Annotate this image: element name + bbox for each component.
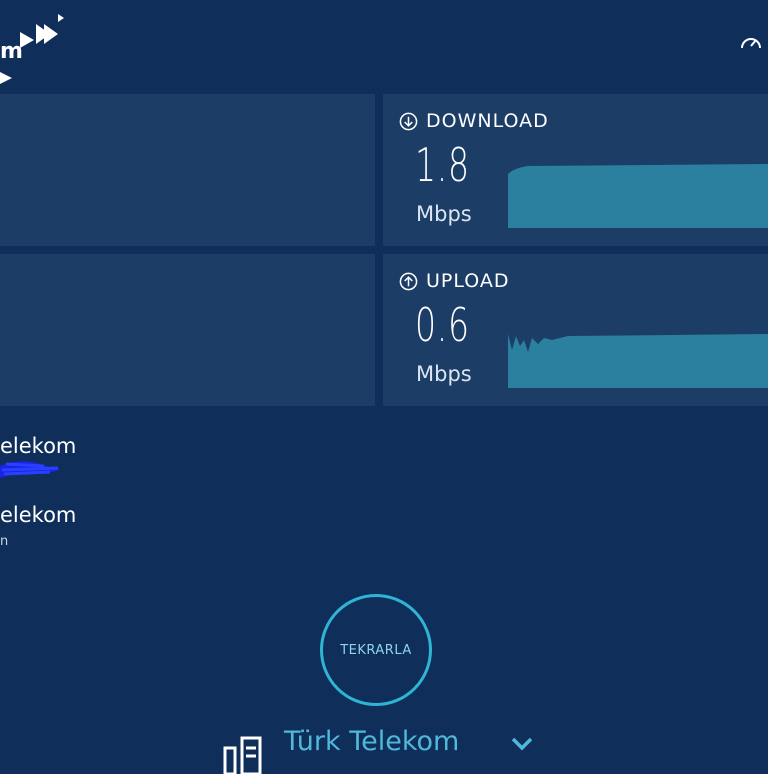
upload-graph <box>508 334 768 388</box>
upload-header: UPLOAD <box>399 270 510 292</box>
repeat-test-label: TEKRARLA <box>340 642 412 658</box>
left-panel-bottom <box>0 254 375 406</box>
server-icon <box>223 736 262 774</box>
upload-title: UPLOAD <box>426 270 510 292</box>
download-panel: DOWNLOAD 1.8 Mbps <box>383 94 768 246</box>
server-selector[interactable]: Türk Telekom <box>222 726 542 774</box>
upload-panel: UPLOAD 0.6 Mbps <box>383 254 768 406</box>
repeat-test-button[interactable]: TEKRARLA <box>320 594 432 706</box>
download-value: 1.8 <box>415 138 470 192</box>
provider-name-server: elekom <box>0 503 77 527</box>
download-graph <box>508 164 768 228</box>
server-name: Türk Telekom <box>284 726 460 757</box>
left-panel-top <box>0 94 375 246</box>
upload-unit: Mbps <box>416 362 472 386</box>
download-arrow-icon <box>399 112 418 130</box>
chevron-down-icon[interactable] <box>510 736 534 752</box>
speedometer-icon[interactable] <box>738 30 764 56</box>
redaction-scribble <box>0 461 60 478</box>
provider-detail: n <box>0 534 9 549</box>
download-unit: Mbps <box>416 202 472 226</box>
brand-logo: m <box>0 14 64 84</box>
provider-name-isp: elekom <box>0 434 77 458</box>
logo-text: m <box>0 39 23 64</box>
upload-value: 0.6 <box>415 298 470 352</box>
upload-arrow-icon <box>399 272 418 290</box>
